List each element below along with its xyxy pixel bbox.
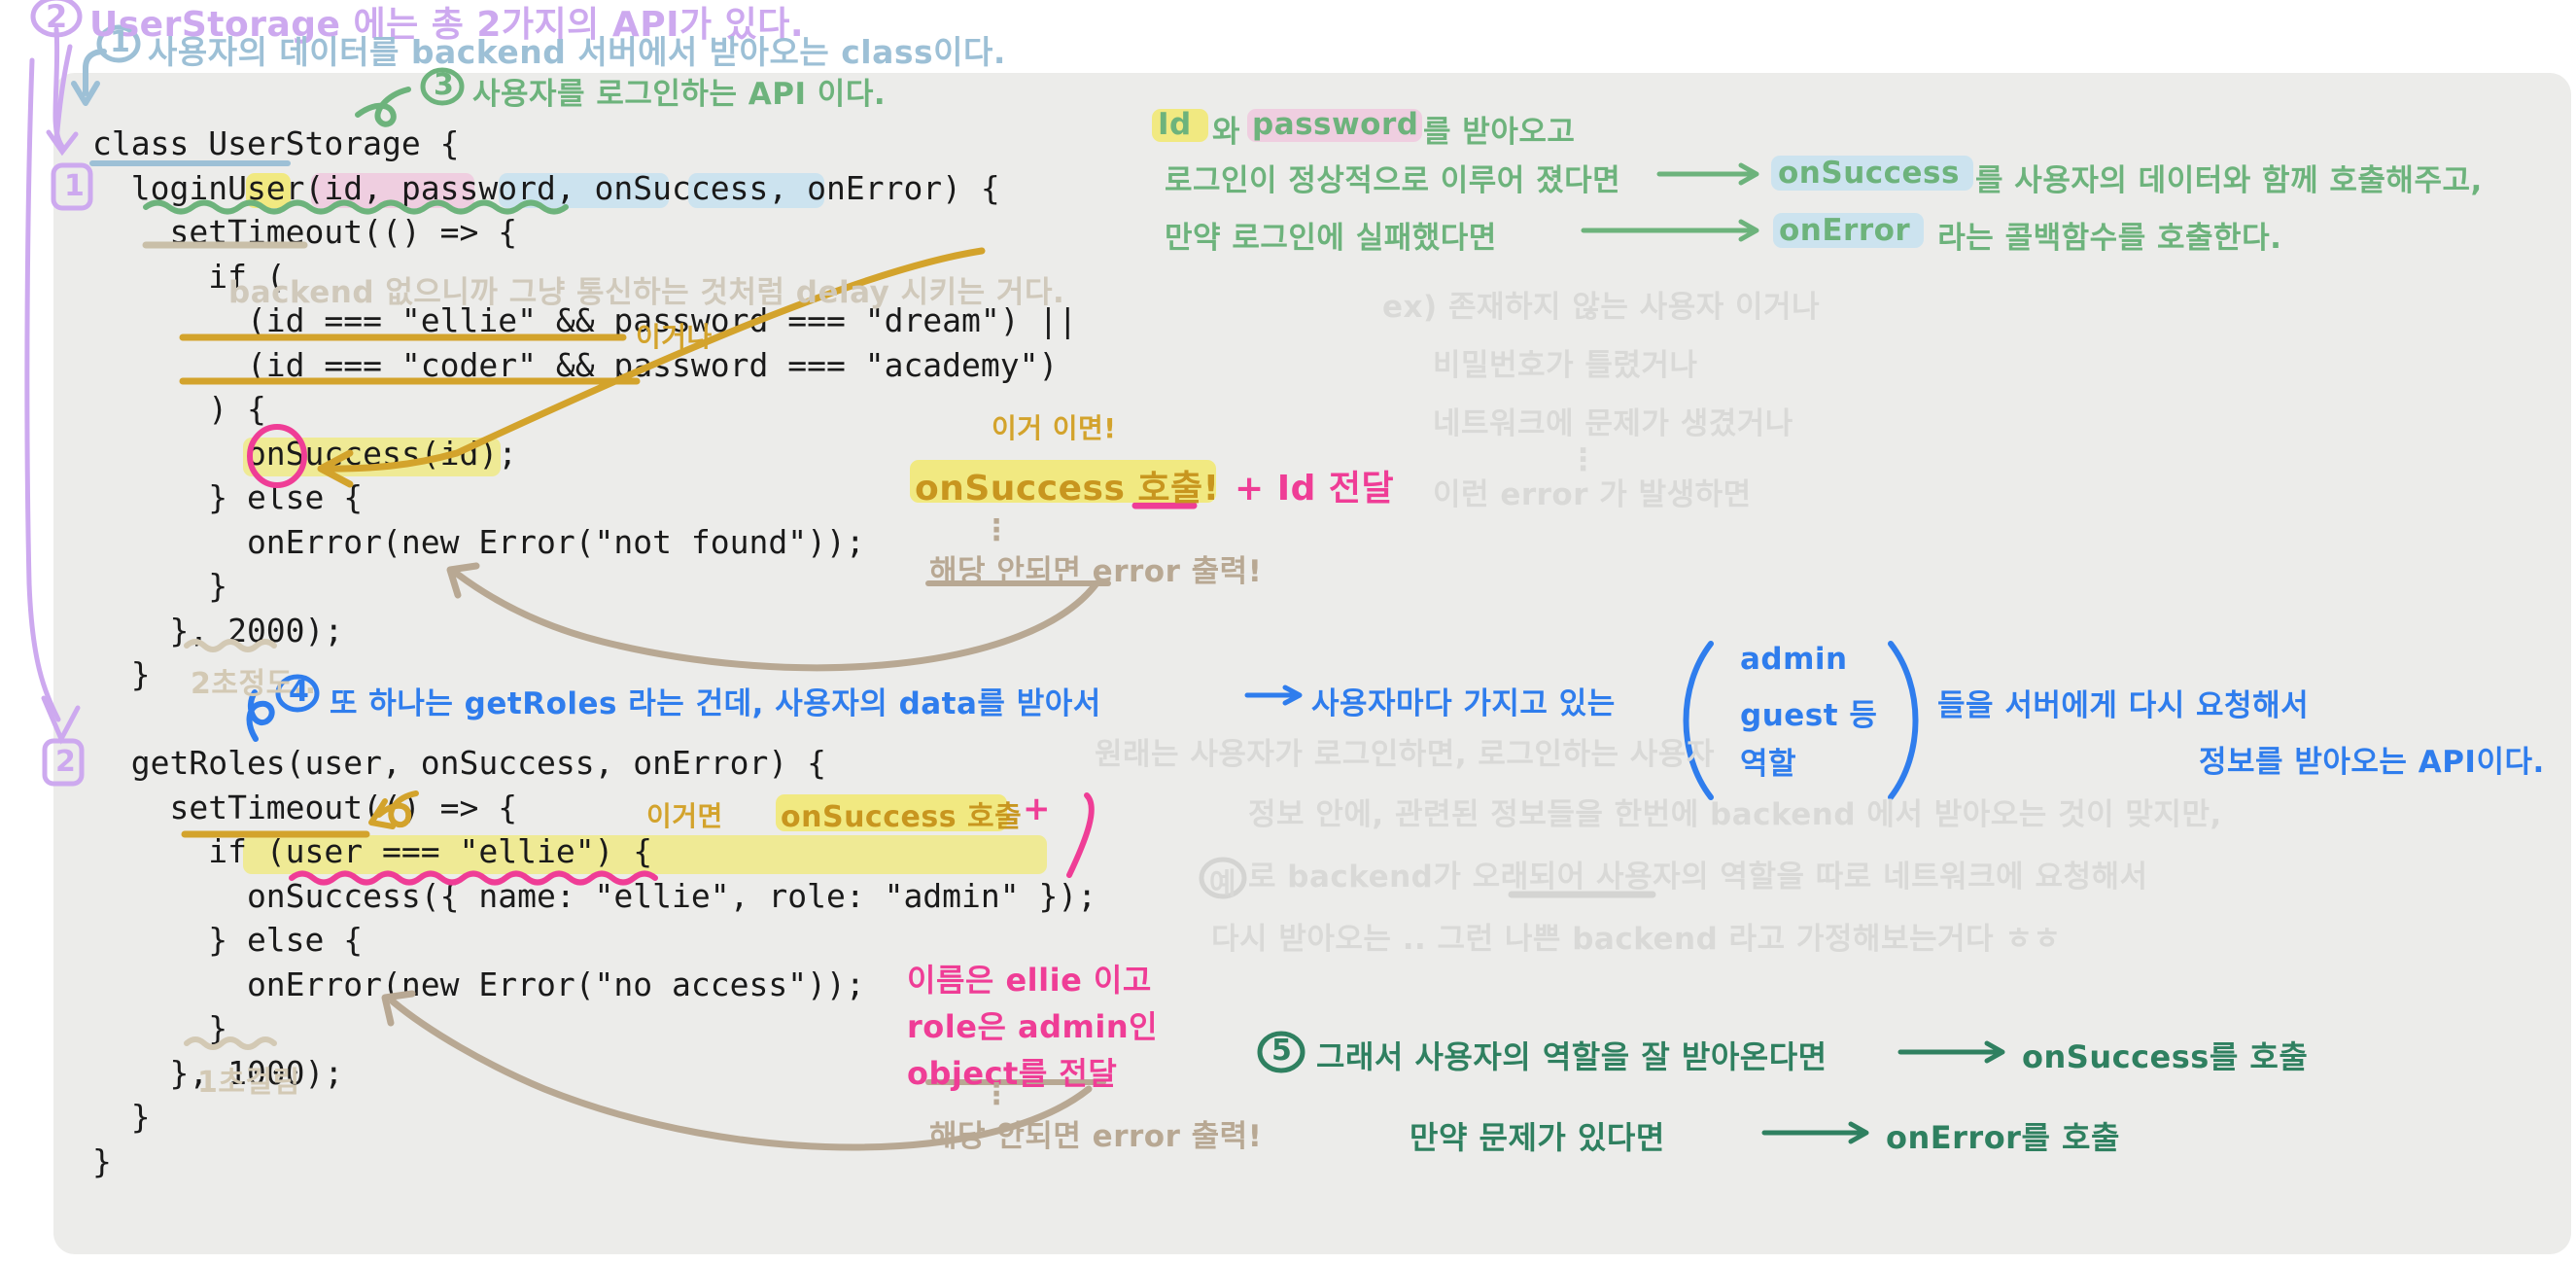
annotation-class-description: 사용자의 데이터를 backend 서버에서 받아오는 class이다. xyxy=(148,33,1006,71)
code-line-18: onSuccess({ name: "ellie", role: "admin"… xyxy=(92,876,1097,915)
annotation-igeona: 이거나 xyxy=(636,321,713,353)
annotation-onsuccess-call-note-2: onSuccess 호출 xyxy=(781,800,1023,834)
annotation-getroles-desc-b: 사용자마다 가지고 있는 xyxy=(1311,686,1616,721)
annotation-object-name: 이름은 ellie 이고 xyxy=(907,962,1152,999)
annotation-onsuccess-desc-1: 를 사용자의 데이터와 함께 호출해주고, xyxy=(1975,163,2483,198)
code-line-9: } else { xyxy=(92,478,364,516)
code-line-2: loginUser(id, password, onSuccess, onErr… xyxy=(92,168,1000,207)
code-line-12: }, 2000); xyxy=(92,611,344,650)
code-line-3: setTimeout(() => { xyxy=(92,213,518,251)
annotation-login-success-line: 로그인이 정상적으로 이루어 졌다면 xyxy=(1165,163,1621,198)
marker-text-5: 5 xyxy=(1271,1034,1293,1068)
annotation-error-example-4: 이런 error 가 발생하면 xyxy=(1433,477,1752,512)
annotation-story-2: 정보 안에, 관련된 정보들을 한번에 backend 에서 받아오는 것이 맞… xyxy=(1248,797,2222,832)
annotation-onerror-chip-1: onError xyxy=(1779,213,1911,248)
annotated-code-screenshot: class UserStorage { loginUser(id, passwo… xyxy=(0,0,2576,1264)
annotation-error-note-2: 해당 안되면 error 출력! xyxy=(929,1119,1263,1154)
annotation-role-guest: guest 등 xyxy=(1740,698,1878,733)
code-line-15: getRoles(user, onSuccess, onError) { xyxy=(92,744,826,782)
code-line-6: (id === "coder" && password === "academy… xyxy=(92,345,1059,384)
code-line-13: } xyxy=(92,655,151,693)
annotation-error-dots-2: ⋮ xyxy=(982,1077,1012,1111)
marker-text-1: 1 xyxy=(110,25,131,59)
code-line-21: } xyxy=(92,1009,228,1047)
annotation-story-4: 다시 받아오는 .. 그런 나쁜 backend 라고 가정해보는거다 ㅎㅎ xyxy=(1211,922,2062,957)
annotation-role-admin: admin xyxy=(1740,642,1848,677)
annotation-summary-fail-result: onError를 호출 xyxy=(1886,1119,2120,1156)
annotation-role-label: 역할 xyxy=(1740,747,1797,782)
annotation-summary-fail: 만약 문제가 있다면 xyxy=(1410,1119,1665,1156)
annotation-error-example-1: ex) 존재하지 않는 사용자 이거나 xyxy=(1382,290,1821,325)
annotation-error-example-2: 비밀번호가 틀렸거나 xyxy=(1433,348,1698,383)
annotation-summary-success-result: onSuccess를 호출 xyxy=(2022,1038,2309,1075)
annotation-story-1: 원래는 사용자가 로그인하면, 로그인하는 사용자 xyxy=(1095,737,1715,772)
annotation-story-3-marker: 예 xyxy=(1209,867,1237,901)
annotation-igeo-imyeon: 이거 이면! xyxy=(992,412,1117,444)
code-line-17: if (user === "ellie") { xyxy=(92,832,653,870)
annotation-plus-id-transfer: + Id 전달 xyxy=(1235,469,1395,509)
annotation-object-transfer: object를 전달 xyxy=(907,1055,1118,1092)
annotation-igeomyeon-2: 이거면 xyxy=(646,800,723,832)
marker-text-box-2: 2 xyxy=(55,745,77,779)
code-line-7: ) { xyxy=(92,390,266,428)
annotation-error-note-1: 해당 안되면 error 출력! xyxy=(929,554,1263,589)
annotation-password-chip-label: password xyxy=(1252,107,1419,142)
annotation-login-fail-line: 만약 로그인에 실패했다면 xyxy=(1165,221,1497,256)
code-line-24: } xyxy=(92,1141,112,1180)
annotation-1-second: 1초걸림 xyxy=(197,1066,300,1100)
annotation-api-login-title: 사용자를 로그인하는 API 이다. xyxy=(472,77,887,112)
code-line-1: class UserStorage { xyxy=(92,124,460,162)
annotation-id-chip-label: Id xyxy=(1158,107,1192,142)
annotation-getroles-desc-c: 들을 서버에게 다시 요청해서 xyxy=(1937,688,2310,723)
annotation-object-role: role은 admin인 xyxy=(907,1008,1159,1045)
marker-text-2: 2 xyxy=(46,0,68,35)
marker-text-4: 4 xyxy=(289,675,310,709)
annotation-getroles-desc-d: 정보를 받아오는 API이다. xyxy=(2199,745,2545,780)
code-line-23: } xyxy=(92,1098,151,1136)
annotation-error-example-3: 네트워크에 문제가 생겼거나 xyxy=(1433,406,1793,441)
annotation-wa-1: 와 xyxy=(1212,115,1241,150)
annotation-error-dots-1: ⋮ xyxy=(982,513,1012,547)
code-line-10: onError(new Error("not found")); xyxy=(92,522,865,561)
annotation-getroles-desc-a: 또 하나는 getRoles 라는 건데, 사용자의 data를 받아서 xyxy=(330,686,1101,721)
annotation-onsuccess-chip-1: onSuccess xyxy=(1778,156,1960,191)
annotation-delay-note: backend 없으니까 그냥 통신하는 것처럼 delay 시키는 거다. xyxy=(228,275,1065,310)
annotation-receive-suffix: 를 받아오고 xyxy=(1423,115,1576,150)
code-line-16: setTimeout(() => { xyxy=(92,788,518,826)
code-line-8: onSuccess(id); xyxy=(92,434,518,473)
code-line-11: } xyxy=(92,567,228,605)
annotation-summary-success: 그래서 사용자의 역할을 잘 받아온다면 xyxy=(1316,1038,1828,1075)
marker-text-3: 3 xyxy=(434,68,455,102)
code-line-19: } else { xyxy=(92,921,364,959)
marker-text-box-1: 1 xyxy=(64,169,86,203)
annotation-story-3: 로 backend가 오래되어 사용자의 역할을 따로 네트워크에 요청해서 xyxy=(1248,860,2148,895)
code-line-20: onError(new Error("no access")); xyxy=(92,965,865,1003)
annotation-onsuccess-call-note: onSuccess 호출! xyxy=(915,469,1220,509)
annotation-plus-2: + xyxy=(1023,790,1051,828)
annotation-onerror-desc-1: 라는 콜백함수를 호출한다. xyxy=(1927,221,2282,256)
